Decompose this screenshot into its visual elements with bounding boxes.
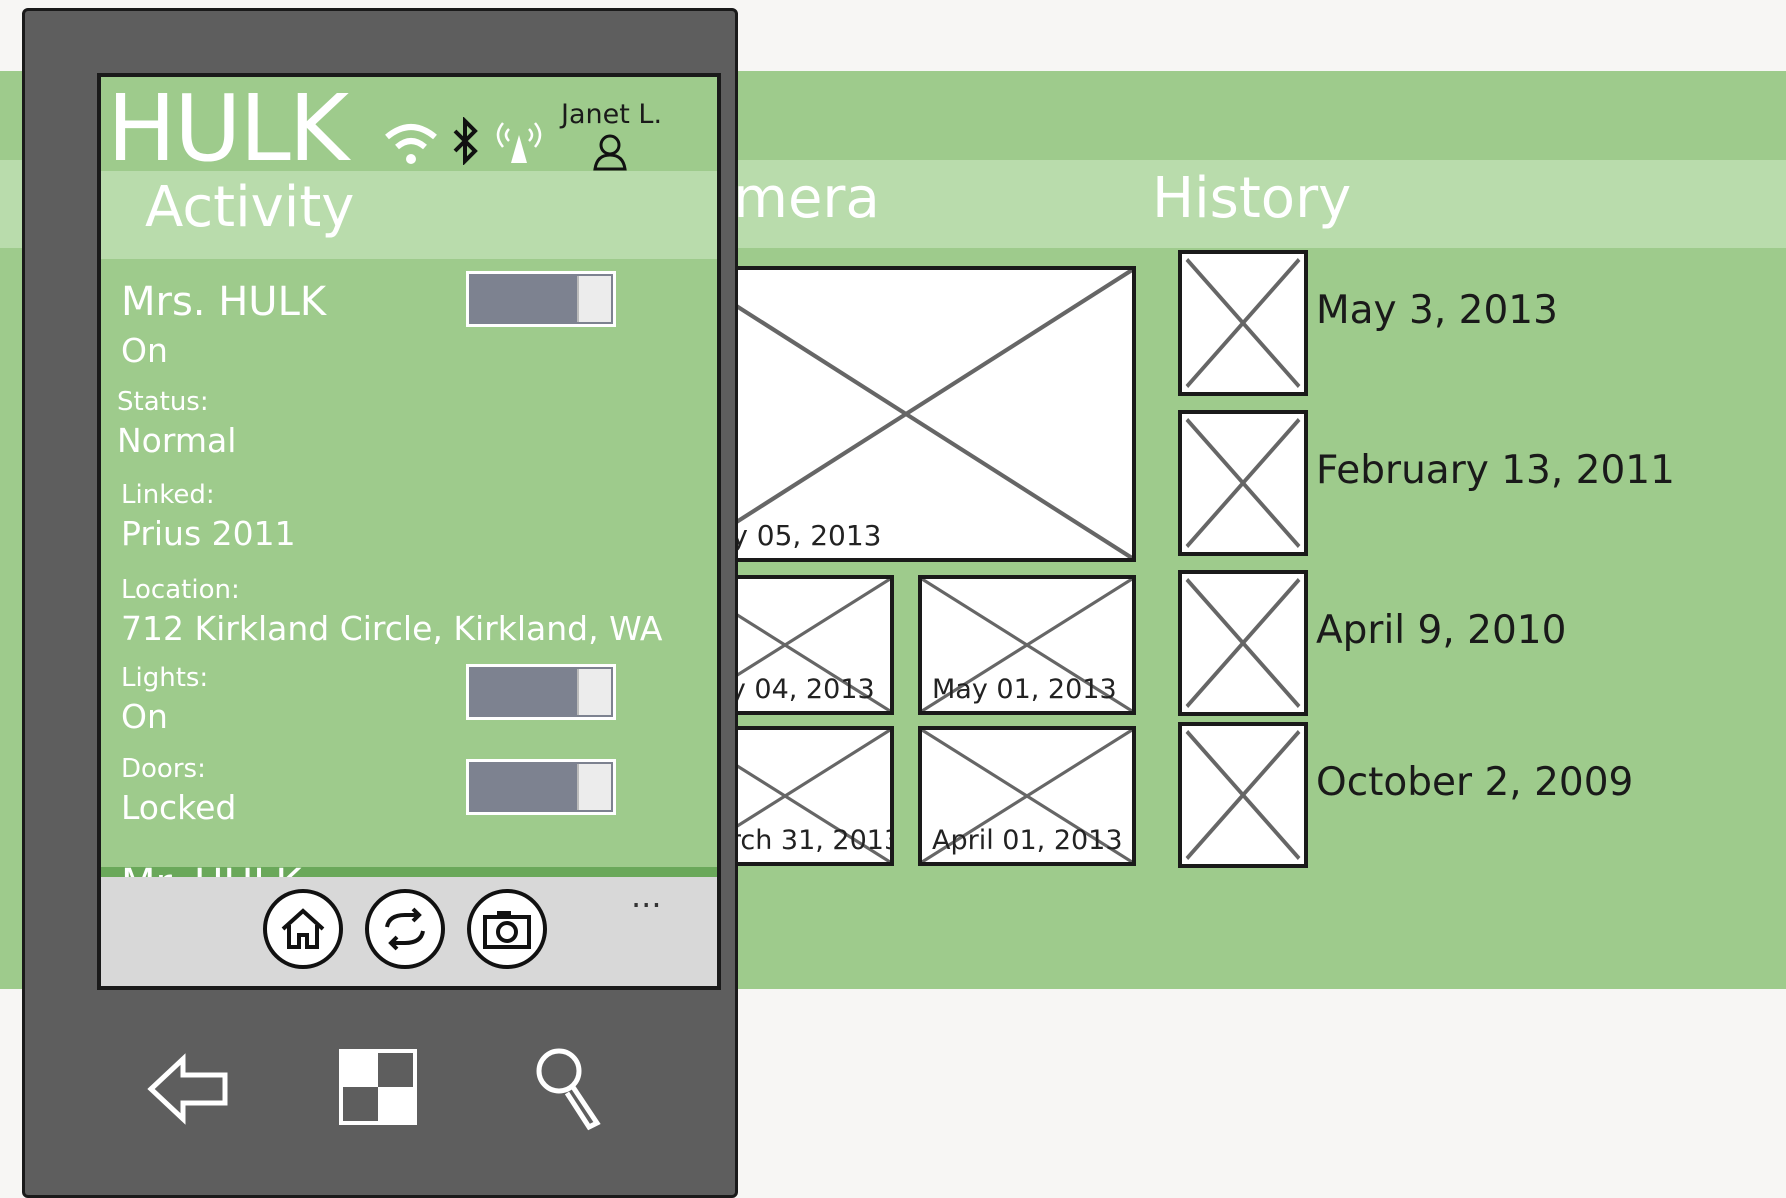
home-button[interactable] xyxy=(263,889,343,969)
search-icon[interactable] xyxy=(533,1045,605,1131)
lights-label: Lights: xyxy=(121,663,209,693)
camera-photo-large[interactable]: May 05, 2013 xyxy=(676,266,1136,562)
wifi-icon xyxy=(385,124,437,164)
user-name[interactable]: Janet L. xyxy=(561,99,662,130)
sync-button[interactable] xyxy=(365,889,445,969)
photo-caption: May 01, 2013 xyxy=(932,674,1117,705)
doors-toggle[interactable] xyxy=(466,759,616,815)
antenna-icon xyxy=(496,122,542,163)
user-icon[interactable] xyxy=(587,133,633,173)
device-power-state: On xyxy=(121,331,168,370)
history-thumbnail[interactable] xyxy=(1178,250,1308,396)
home-icon xyxy=(281,908,325,949)
device-power-toggle[interactable] xyxy=(466,271,616,327)
history-thumbnail[interactable] xyxy=(1178,410,1308,556)
photo-caption: April 01, 2013 xyxy=(932,825,1123,856)
doors-label: Doors: xyxy=(121,754,206,784)
windows-icon[interactable] xyxy=(337,1047,419,1127)
sync-icon xyxy=(385,907,425,951)
history-date[interactable]: April 9, 2010 xyxy=(1316,608,1566,653)
phone-device: HULK Janet L. Activity Mrs. HULK On Stat… xyxy=(22,8,738,1198)
back-arrow-icon[interactable] xyxy=(145,1049,231,1129)
history-thumbnail[interactable] xyxy=(1178,570,1308,716)
location-value: 712 Kirkland Circle, Kirkland, WA xyxy=(121,609,663,648)
camera-photo[interactable]: April 01, 2013 xyxy=(918,726,1136,866)
app-bar: ... xyxy=(101,877,717,986)
history-date[interactable]: October 2, 2009 xyxy=(1316,760,1633,805)
more-options[interactable]: ... xyxy=(631,877,662,915)
history-date[interactable]: May 3, 2013 xyxy=(1316,288,1558,333)
lights-toggle[interactable] xyxy=(466,664,616,720)
history-thumbnail[interactable] xyxy=(1178,722,1308,868)
camera-photo[interactable]: May 01, 2013 xyxy=(918,575,1136,715)
tab-history[interactable]: History xyxy=(1152,166,1351,231)
bluetooth-icon xyxy=(453,117,478,165)
lights-value: On xyxy=(121,697,168,736)
linked-value: Prius 2011 xyxy=(121,514,296,553)
app-logo: HULK xyxy=(107,75,349,182)
tab-activity[interactable]: Activity xyxy=(145,175,354,240)
device-name: Mrs. HULK xyxy=(121,279,327,325)
phone-screen: HULK Janet L. Activity Mrs. HULK On Stat… xyxy=(97,73,721,990)
linked-label: Linked: xyxy=(121,480,215,510)
camera-button[interactable] xyxy=(467,889,547,969)
doors-value: Locked xyxy=(121,788,237,827)
status-value: Normal xyxy=(117,421,237,460)
location-label: Location: xyxy=(121,575,240,605)
history-date[interactable]: February 13, 2011 xyxy=(1316,448,1675,493)
camera-icon xyxy=(483,911,531,949)
status-label: Status: xyxy=(117,387,209,417)
